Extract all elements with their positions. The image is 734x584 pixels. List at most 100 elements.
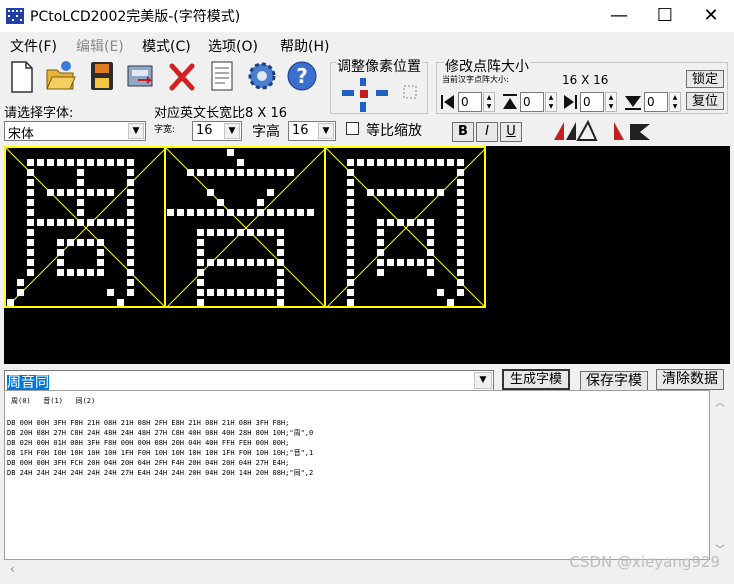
- glyph-pixel: [197, 269, 204, 276]
- spin-up-arrows[interactable]: ▲ ▼: [545, 92, 557, 112]
- maximize-button[interactable]: ☐: [642, 0, 688, 32]
- glyph-pixel: [347, 209, 354, 216]
- help-icon[interactable]: ?: [286, 58, 318, 94]
- glyph-pixel: [457, 279, 464, 286]
- chevron-down-icon[interactable]: ▼: [474, 372, 492, 389]
- scroll-up-icon[interactable]: ︿: [715, 394, 725, 409]
- glyph-pixel: [127, 189, 134, 196]
- glyph-cell-tong[interactable]: [324, 146, 486, 308]
- glyph-pixel: [57, 269, 64, 276]
- glyph-pixel: [27, 189, 34, 196]
- lock-button[interactable]: 锁定: [686, 70, 724, 88]
- spin-right-arrows[interactable]: ▲ ▼: [605, 92, 617, 112]
- pixel-move-arrows-icon[interactable]: [340, 76, 420, 114]
- generate-button[interactable]: 生成字模: [502, 369, 570, 390]
- close-button[interactable]: ✕: [688, 0, 734, 32]
- glyph-pixel: [127, 229, 134, 236]
- open-folder-icon[interactable]: [44, 58, 76, 94]
- glyph-pixel: [287, 169, 294, 176]
- menu-options[interactable]: 选项(O): [208, 36, 258, 56]
- spin-up[interactable]: 0: [520, 92, 544, 112]
- glyph-pixel: [257, 209, 264, 216]
- document-icon[interactable]: [206, 58, 238, 94]
- save-icon[interactable]: [86, 58, 118, 94]
- spin-left-arrows[interactable]: ▲ ▼: [483, 92, 495, 112]
- glyph-pixel: [457, 169, 464, 176]
- shift-right-icon[interactable]: [562, 93, 578, 111]
- glyph-pixel: [377, 229, 384, 236]
- delete-icon[interactable]: [166, 58, 198, 94]
- flip-vertical-icon[interactable]: [610, 120, 656, 142]
- shift-left-icon[interactable]: [440, 93, 456, 111]
- glyph-pixel: [107, 289, 114, 296]
- glyph-pixel: [77, 269, 84, 276]
- glyph-pixel: [37, 159, 44, 166]
- menu-help[interactable]: 帮助(H): [280, 36, 329, 56]
- glyph-pixel: [187, 209, 194, 216]
- glyph-pixel: [447, 159, 454, 166]
- text-input[interactable]: 周音同 ▼: [4, 370, 494, 391]
- font-height-select[interactable]: 16 ▼: [288, 121, 336, 141]
- glyph-pixel: [127, 239, 134, 246]
- glyph-pixels: [326, 148, 486, 308]
- glyph-pixel: [237, 289, 244, 296]
- save-font-button[interactable]: 保存字模: [580, 371, 648, 392]
- spin-down[interactable]: 0: [644, 92, 668, 112]
- output-textarea[interactable]: 周(0) 音(1) 同(2) DB 00H 00H 3FH F8H 21H 08…: [4, 390, 710, 560]
- glyph-pixel: [67, 269, 74, 276]
- vertical-scrollbar[interactable]: ︿ ﹀: [710, 390, 730, 560]
- italic-button[interactable]: I: [476, 122, 498, 142]
- chevron-down-icon[interactable]: ▼: [224, 123, 240, 139]
- glyph-pixel: [237, 229, 244, 236]
- menu-file[interactable]: 文件(F): [10, 36, 57, 56]
- glyph-pixel: [257, 169, 264, 176]
- glyph-cell-yin[interactable]: [164, 146, 326, 308]
- glyph-pixel: [37, 219, 44, 226]
- chevron-down-icon[interactable]: ▼: [318, 123, 334, 139]
- chevron-down-icon[interactable]: ▼: [128, 123, 144, 139]
- spin-left[interactable]: 0: [458, 92, 482, 112]
- glyph-pixel: [407, 189, 414, 196]
- proportional-checkbox[interactable]: [346, 122, 359, 135]
- glyph-pixel: [227, 289, 234, 296]
- underline-button[interactable]: U: [500, 122, 522, 142]
- glyph-pixel: [377, 239, 384, 246]
- spin-right[interactable]: 0: [580, 92, 604, 112]
- glyph-pixel: [217, 289, 224, 296]
- shift-up-icon[interactable]: [502, 93, 518, 111]
- menu-mode[interactable]: 模式(C): [142, 36, 191, 56]
- flip-horizontal-icon[interactable]: [552, 120, 598, 142]
- glyph-pixel: [237, 169, 244, 176]
- glyph-pixel: [27, 239, 34, 246]
- menu-bar: 文件(F) 编辑(E) 模式(C) 选项(O) 帮助(H): [0, 32, 734, 56]
- glyph-pixel: [457, 179, 464, 186]
- glyph-pixel: [457, 289, 464, 296]
- scroll-left-icon[interactable]: ‹: [10, 562, 15, 576]
- menu-edit[interactable]: 编辑(E): [76, 36, 124, 56]
- minimize-button[interactable]: —: [596, 0, 642, 32]
- glyph-pixel: [267, 229, 274, 236]
- bold-button[interactable]: B: [452, 122, 474, 142]
- glyph-pixel: [277, 269, 284, 276]
- spin-down-arrows[interactable]: ▲ ▼: [669, 92, 681, 112]
- glyph-pixel: [127, 219, 134, 226]
- glyph-pixel: [217, 169, 224, 176]
- output-line: DB 1FH F0H 10H 10H 10H 10H 1FH F0H 10H 1…: [7, 449, 314, 457]
- font-width-select[interactable]: 16 ▼: [192, 121, 242, 141]
- shift-down-icon[interactable]: [624, 93, 642, 111]
- reset-button[interactable]: 复位: [686, 92, 724, 110]
- glyph-pixel: [277, 299, 284, 306]
- current-size-value: 16 X 16: [562, 73, 609, 87]
- glyph-pixel: [127, 199, 134, 206]
- clear-data-button[interactable]: 清除数据: [656, 369, 724, 390]
- glyph-pixel: [167, 209, 174, 216]
- export-icon[interactable]: [124, 58, 156, 94]
- font-select[interactable]: 宋体 ▼: [4, 121, 146, 142]
- settings-gear-icon[interactable]: [246, 58, 278, 94]
- new-file-icon[interactable]: [6, 58, 38, 94]
- glyph-pixel: [47, 219, 54, 226]
- dot-matrix-canvas[interactable]: [4, 146, 730, 364]
- glyph-pixel: [77, 209, 84, 216]
- glyph-cell-zhou[interactable]: [4, 146, 166, 308]
- glyph-pixel: [207, 259, 214, 266]
